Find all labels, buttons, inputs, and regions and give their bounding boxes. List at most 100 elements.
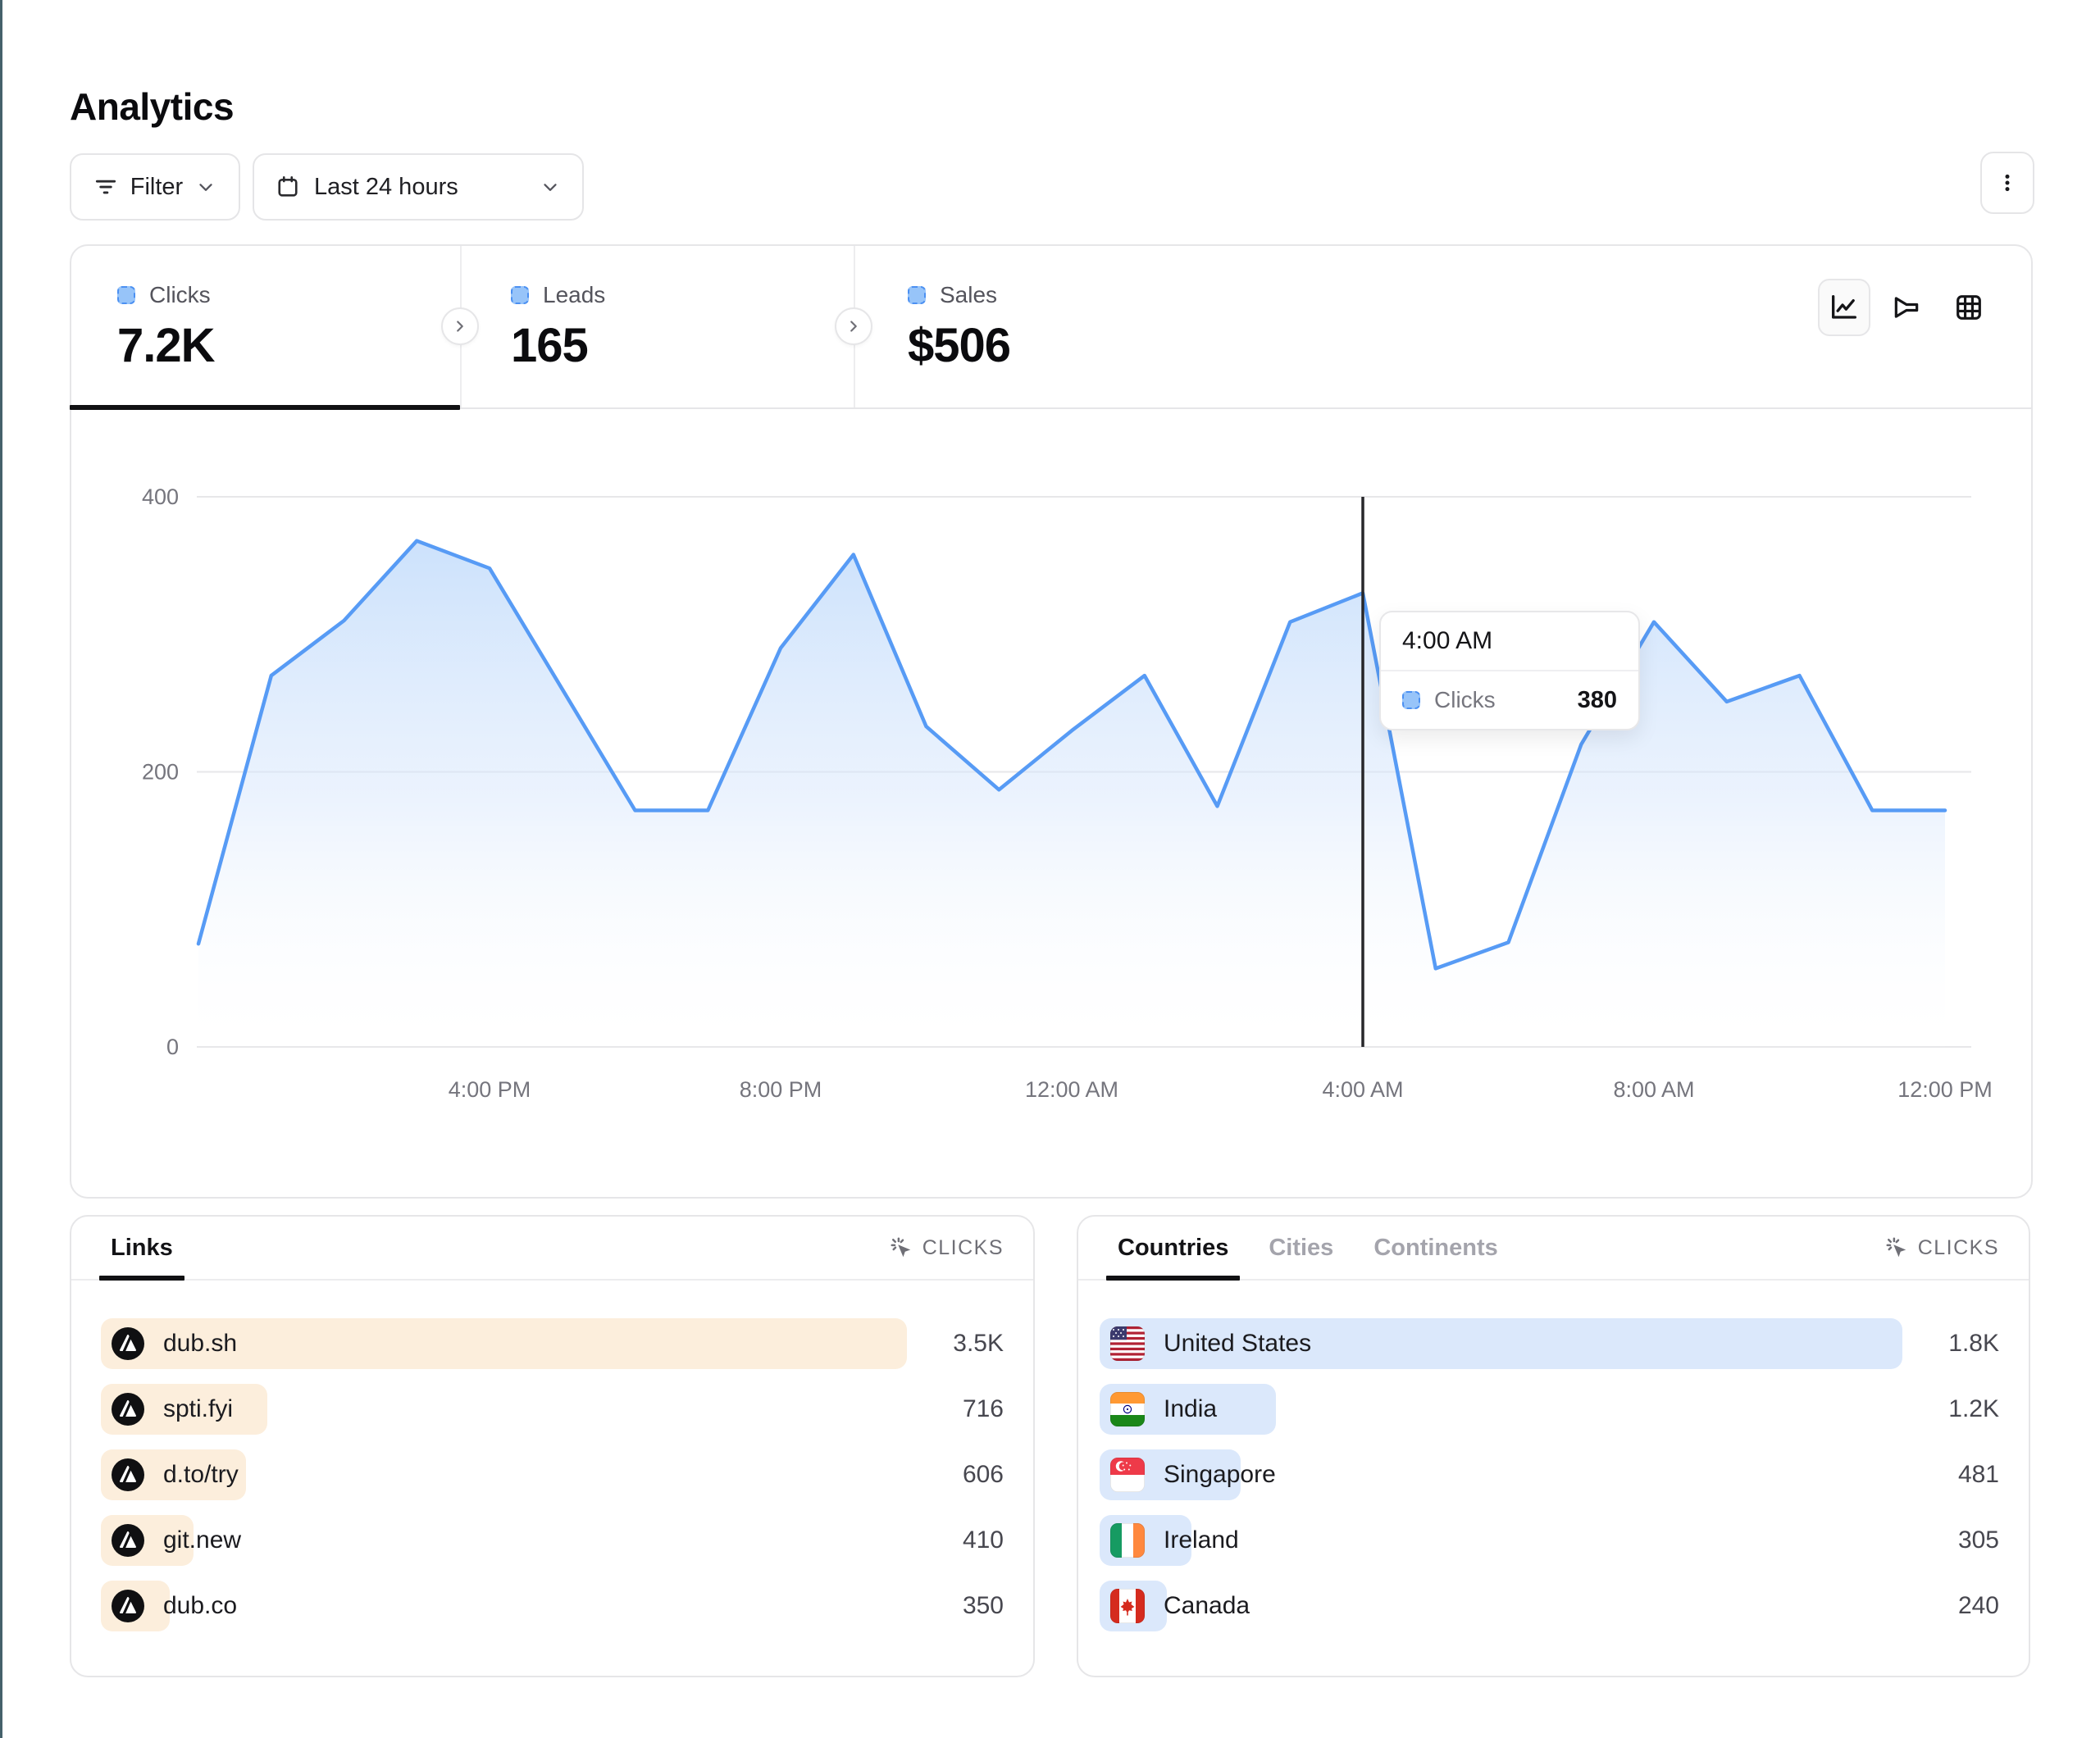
country-row[interactable]: Singapore 481 bbox=[1100, 1449, 1999, 1500]
ca-flag-icon bbox=[1110, 1589, 1145, 1623]
page-title: Analytics bbox=[70, 84, 234, 129]
view-funnel-button[interactable] bbox=[1880, 279, 1933, 336]
funnel-icon bbox=[1891, 292, 1922, 323]
link-label: dub.co bbox=[163, 1592, 237, 1620]
analytics-page: Analytics Filter Last 24 hours bbox=[0, 0, 2100, 1738]
filter-button[interactable]: Filter bbox=[70, 153, 240, 221]
country-clicks-value: 1.8K bbox=[1948, 1330, 1999, 1358]
ie-flag-icon bbox=[1110, 1523, 1145, 1558]
sort-label: CLICKS bbox=[922, 1236, 1004, 1260]
clicks-legend-swatch bbox=[117, 286, 135, 304]
table-grid-icon bbox=[1953, 292, 1984, 323]
link-label: dub.sh bbox=[163, 1330, 237, 1358]
link-clicks-value: 716 bbox=[963, 1395, 1004, 1423]
link-clicks-value: 3.5K bbox=[953, 1330, 1004, 1358]
link-label: git.new bbox=[163, 1526, 241, 1554]
link-clicks-value: 350 bbox=[963, 1592, 1004, 1620]
stat-label: Leads bbox=[543, 282, 605, 308]
more-options-button[interactable] bbox=[1980, 152, 2034, 214]
active-tab-underline bbox=[70, 405, 460, 410]
country-clicks-value: 1.2K bbox=[1948, 1395, 1999, 1423]
links-sort-by-clicks-button[interactable]: CLICKS bbox=[889, 1235, 1004, 1260]
link-clicks-value: 606 bbox=[963, 1461, 1004, 1489]
sort-label: CLICKS bbox=[1918, 1236, 1999, 1260]
tab-continents[interactable]: Continents bbox=[1373, 1217, 1497, 1279]
country-row[interactable]: United States1.8K bbox=[1100, 1318, 1999, 1369]
chevron-right-icon bbox=[451, 317, 469, 335]
filter-button-label: Filter bbox=[130, 174, 183, 201]
cursor-click-icon bbox=[1884, 1235, 1909, 1260]
cursor-click-icon bbox=[889, 1235, 913, 1260]
dub-logo-icon bbox=[112, 1393, 144, 1426]
date-range-label: Last 24 hours bbox=[314, 174, 458, 201]
leads-legend-swatch bbox=[511, 286, 529, 304]
countries-panel-header: Countries Cities Continents CLICKS bbox=[1078, 1217, 2029, 1281]
tab-label: Continents bbox=[1373, 1235, 1497, 1262]
clicks-legend-swatch bbox=[1402, 691, 1420, 709]
in-flag-icon bbox=[1110, 1392, 1145, 1426]
sales-total: $506 bbox=[908, 318, 1010, 373]
next-stat-button[interactable] bbox=[835, 307, 872, 345]
link-label: d.to/try bbox=[163, 1461, 239, 1489]
tab-label: Links bbox=[111, 1235, 173, 1262]
clicks-total: 7.2K bbox=[117, 318, 215, 373]
date-range-button[interactable]: Last 24 hours bbox=[253, 153, 584, 221]
leads-total: 165 bbox=[511, 318, 605, 373]
tab-links[interactable]: Links bbox=[111, 1217, 173, 1279]
link-row[interactable]: git.new 410 bbox=[101, 1515, 1004, 1566]
country-label: Canada bbox=[1164, 1592, 1250, 1620]
tab-label: Cities bbox=[1269, 1235, 1333, 1262]
links-list: dub.sh 3.5K spti.fyi 716 d.to/try 606 git.new 4… bbox=[101, 1318, 1004, 1631]
tab-leads[interactable]: Leads 165 bbox=[511, 282, 605, 373]
analytics-chart-card: Clicks 7.2K Leads 165 Sales $506 bbox=[70, 244, 2033, 1199]
country-label: Ireland bbox=[1164, 1526, 1239, 1554]
country-label: Singapore bbox=[1164, 1461, 1276, 1489]
link-label: spti.fyi bbox=[163, 1395, 233, 1423]
filter-icon bbox=[93, 175, 118, 199]
country-row[interactable]: India 1.2K bbox=[1100, 1384, 1999, 1435]
chevron-right-icon bbox=[845, 317, 863, 335]
tooltip-time: 4:00 AM bbox=[1381, 612, 1638, 671]
tab-clicks[interactable]: Clicks 7.2K bbox=[117, 282, 215, 373]
us-flag-icon bbox=[1110, 1326, 1145, 1361]
country-label: India bbox=[1164, 1395, 1217, 1423]
line-chart-icon bbox=[1828, 291, 1861, 324]
links-panel: Links CLICKS dub.sh 3.5K spti.fyi 716 d.to/t… bbox=[70, 1215, 1035, 1677]
dub-logo-icon bbox=[112, 1524, 144, 1557]
chart-tooltip: 4:00 AM Clicks 380 bbox=[1379, 611, 1640, 730]
chevron-down-icon bbox=[540, 176, 561, 198]
countries-panel: Countries Cities Continents CLICKS bbox=[1077, 1215, 2030, 1677]
country-clicks-value: 240 bbox=[1958, 1592, 1999, 1620]
calendar-icon bbox=[276, 175, 300, 199]
countries-sort-by-clicks-button[interactable]: CLICKS bbox=[1884, 1235, 1999, 1260]
country-clicks-value: 305 bbox=[1958, 1526, 1999, 1554]
sales-legend-swatch bbox=[908, 286, 926, 304]
tab-sales[interactable]: Sales $506 bbox=[908, 282, 1010, 373]
page-edge-accent bbox=[0, 0, 2, 1738]
stat-label: Sales bbox=[940, 282, 997, 308]
tab-countries[interactable]: Countries bbox=[1118, 1217, 1228, 1279]
countries-list: United States1.8K India 1.2K Singapore 481 Ir… bbox=[1100, 1318, 1999, 1631]
link-row[interactable]: dub.sh 3.5K bbox=[101, 1318, 1004, 1369]
next-stat-button[interactable] bbox=[441, 307, 479, 345]
links-panel-header: Links CLICKS bbox=[71, 1217, 1033, 1281]
view-table-button[interactable] bbox=[1943, 279, 1995, 336]
link-row[interactable]: spti.fyi 716 bbox=[101, 1384, 1004, 1435]
country-row[interactable]: Canada 240 bbox=[1100, 1581, 1999, 1631]
tooltip-series-label: Clicks bbox=[1434, 687, 1496, 713]
view-line-chart-button[interactable] bbox=[1818, 279, 1870, 336]
tooltip-value: 380 bbox=[1578, 687, 1617, 714]
stat-label: Clicks bbox=[149, 282, 211, 308]
tab-cities[interactable]: Cities bbox=[1269, 1217, 1333, 1279]
country-clicks-value: 481 bbox=[1958, 1461, 1999, 1489]
dub-logo-icon bbox=[112, 1590, 144, 1622]
link-row[interactable]: dub.co 350 bbox=[101, 1581, 1004, 1631]
country-row[interactable]: Ireland 305 bbox=[1100, 1515, 1999, 1566]
tab-label: Countries bbox=[1118, 1235, 1228, 1262]
dub-logo-icon bbox=[112, 1458, 144, 1491]
chevron-down-icon bbox=[195, 176, 216, 198]
link-row[interactable]: d.to/try 606 bbox=[101, 1449, 1004, 1500]
link-clicks-value: 410 bbox=[963, 1526, 1004, 1554]
dub-logo-icon bbox=[112, 1327, 144, 1360]
kebab-menu-icon bbox=[1997, 172, 2018, 193]
